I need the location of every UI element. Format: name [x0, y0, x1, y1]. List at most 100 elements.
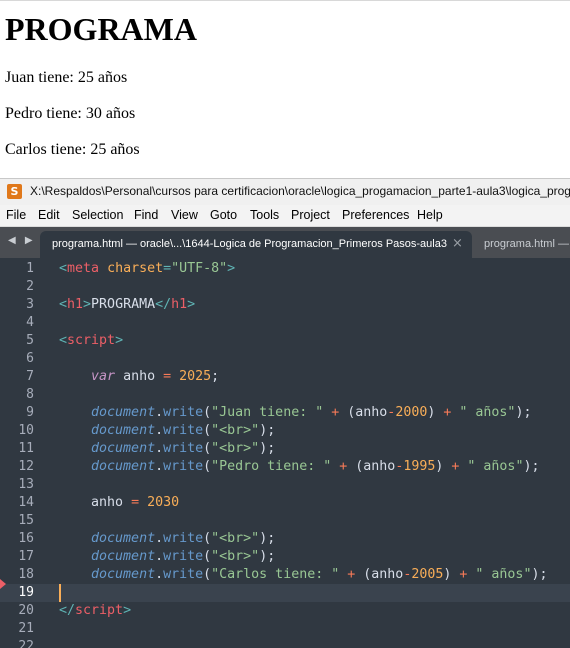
- code-token: 2005: [411, 567, 444, 582]
- code-line: document.write("Juan tiene: " + (anho-20…: [59, 404, 531, 422]
- code-line: document.write("<br>");: [59, 422, 275, 440]
- code-line: <script>: [59, 332, 123, 350]
- page-heading: PROGRAMA: [5, 11, 197, 47]
- tab-label: programa.html — oracle\...\1644-Logica d…: [52, 238, 447, 250]
- line-number-gutter: 1 2 3 4 5 6 7 8 9 10 11 12 13 14 15 16 17 18 19 20 21 22: [0, 258, 44, 648]
- line-number: 20: [18, 603, 34, 618]
- line-number: 7: [26, 369, 34, 384]
- code-token: =: [131, 495, 140, 510]
- code-token: write: [163, 459, 204, 474]
- code-token: .: [155, 567, 164, 582]
- code-token: .: [155, 531, 164, 546]
- code-line: <meta charset="UTF-8">: [59, 260, 235, 278]
- code-token: .: [155, 423, 164, 438]
- code-token: write: [163, 531, 204, 546]
- code-token: document: [91, 531, 156, 546]
- code-token: "Juan tiene: ": [211, 405, 324, 420]
- code-line: var anho = 2025;: [59, 368, 219, 386]
- line-number: 13: [18, 477, 34, 492]
- code-token: =: [163, 369, 172, 384]
- code-token: );: [515, 405, 532, 420]
- code-token: >: [187, 297, 196, 312]
- line-number: 9: [26, 405, 34, 420]
- menu-file[interactable]: File: [6, 208, 26, 222]
- code-token: (: [203, 567, 212, 582]
- code-token: document: [91, 549, 156, 564]
- line-number: 17: [18, 549, 34, 564]
- code-line: document.write("<br>");: [59, 440, 275, 458]
- code-token: (: [203, 531, 212, 546]
- menu-help[interactable]: Help: [417, 208, 443, 222]
- code-token: document: [91, 441, 156, 456]
- code-token: </: [155, 297, 172, 312]
- code-token: "Pedro tiene: ": [211, 459, 332, 474]
- code-token: <: [59, 261, 68, 276]
- code-editor[interactable]: 1 2 3 4 5 6 7 8 9 10 11 12 13 14 15 16 17 18 19 20 21 22 <met…: [0, 258, 570, 648]
- code-token: .: [155, 549, 164, 564]
- line-number: 8: [26, 387, 34, 402]
- line-number: 12: [18, 459, 34, 474]
- code-token: ;: [211, 369, 220, 384]
- close-icon[interactable]: ×: [452, 236, 463, 251]
- code-token: anho: [59, 495, 132, 510]
- code-token: );: [259, 423, 276, 438]
- line-number: 3: [26, 297, 34, 312]
- code-token: write: [163, 567, 204, 582]
- menu-selection[interactable]: Selection: [72, 208, 123, 222]
- code-token: (: [203, 549, 212, 564]
- window-titlebar[interactable]: S X:\Respaldos\Personal\cursos para cert…: [0, 178, 570, 205]
- code-area[interactable]: <meta charset="UTF-8"> <h1>PROGRAMA</h1> <…: [59, 258, 570, 648]
- code-token: (anho: [339, 405, 388, 420]
- code-token: =: [163, 261, 172, 276]
- menu-find[interactable]: Find: [134, 208, 158, 222]
- code-token: " años": [459, 405, 516, 420]
- tab-programa-active[interactable]: programa.html — oracle\...\1644-Logica d…: [40, 231, 472, 258]
- code-token: write: [163, 549, 204, 564]
- window-title: X:\Respaldos\Personal\cursos para certif…: [30, 184, 570, 198]
- browser-page: PROGRAMA Juan tiene: 25 años Pedro tiene…: [0, 0, 570, 178]
- line-number: 22: [18, 639, 34, 648]
- code-token: >: [123, 603, 132, 618]
- menu-bar: File Edit Selection Find View Goto Tools…: [0, 205, 570, 227]
- code-token: (: [203, 441, 212, 456]
- line-number: 4: [26, 315, 34, 330]
- menu-preferences[interactable]: Preferences: [342, 208, 409, 222]
- code-token: document: [91, 567, 156, 582]
- menu-view[interactable]: View: [171, 208, 198, 222]
- code-token: );: [259, 549, 276, 564]
- code-token: " años": [475, 567, 532, 582]
- code-token: var: [91, 369, 116, 384]
- code-token: <: [59, 333, 68, 348]
- code-token: 1995: [403, 459, 436, 474]
- menu-edit[interactable]: Edit: [38, 208, 60, 222]
- fold-marker-icon: [0, 579, 6, 589]
- code-token: meta: [67, 261, 100, 276]
- text-caret: [59, 584, 61, 602]
- tab-programa-inactive[interactable]: programa.html — oracle\...\1644-Logica d…: [484, 238, 570, 250]
- code-token: anho: [115, 369, 164, 384]
- code-token: document: [91, 423, 156, 438]
- sublime-text-icon: S: [7, 184, 22, 199]
- line-number: 15: [18, 513, 34, 528]
- code-token: document: [91, 459, 156, 474]
- code-token: 2030: [147, 495, 180, 510]
- output-line: Pedro tiene: 30 años: [5, 105, 136, 122]
- code-token: ): [443, 567, 460, 582]
- menu-tools[interactable]: Tools: [250, 208, 279, 222]
- code-token: );: [531, 567, 548, 582]
- menu-project[interactable]: Project: [291, 208, 330, 222]
- code-line: </script>: [59, 602, 131, 620]
- tab-nav-arrows-icon[interactable]: ◀ ▶: [8, 235, 36, 246]
- code-token: script: [75, 603, 124, 618]
- menu-goto[interactable]: Goto: [210, 208, 237, 222]
- code-token: charset: [107, 261, 164, 276]
- code-token: (: [203, 423, 212, 438]
- code-token: "Carlos tiene: ": [211, 567, 340, 582]
